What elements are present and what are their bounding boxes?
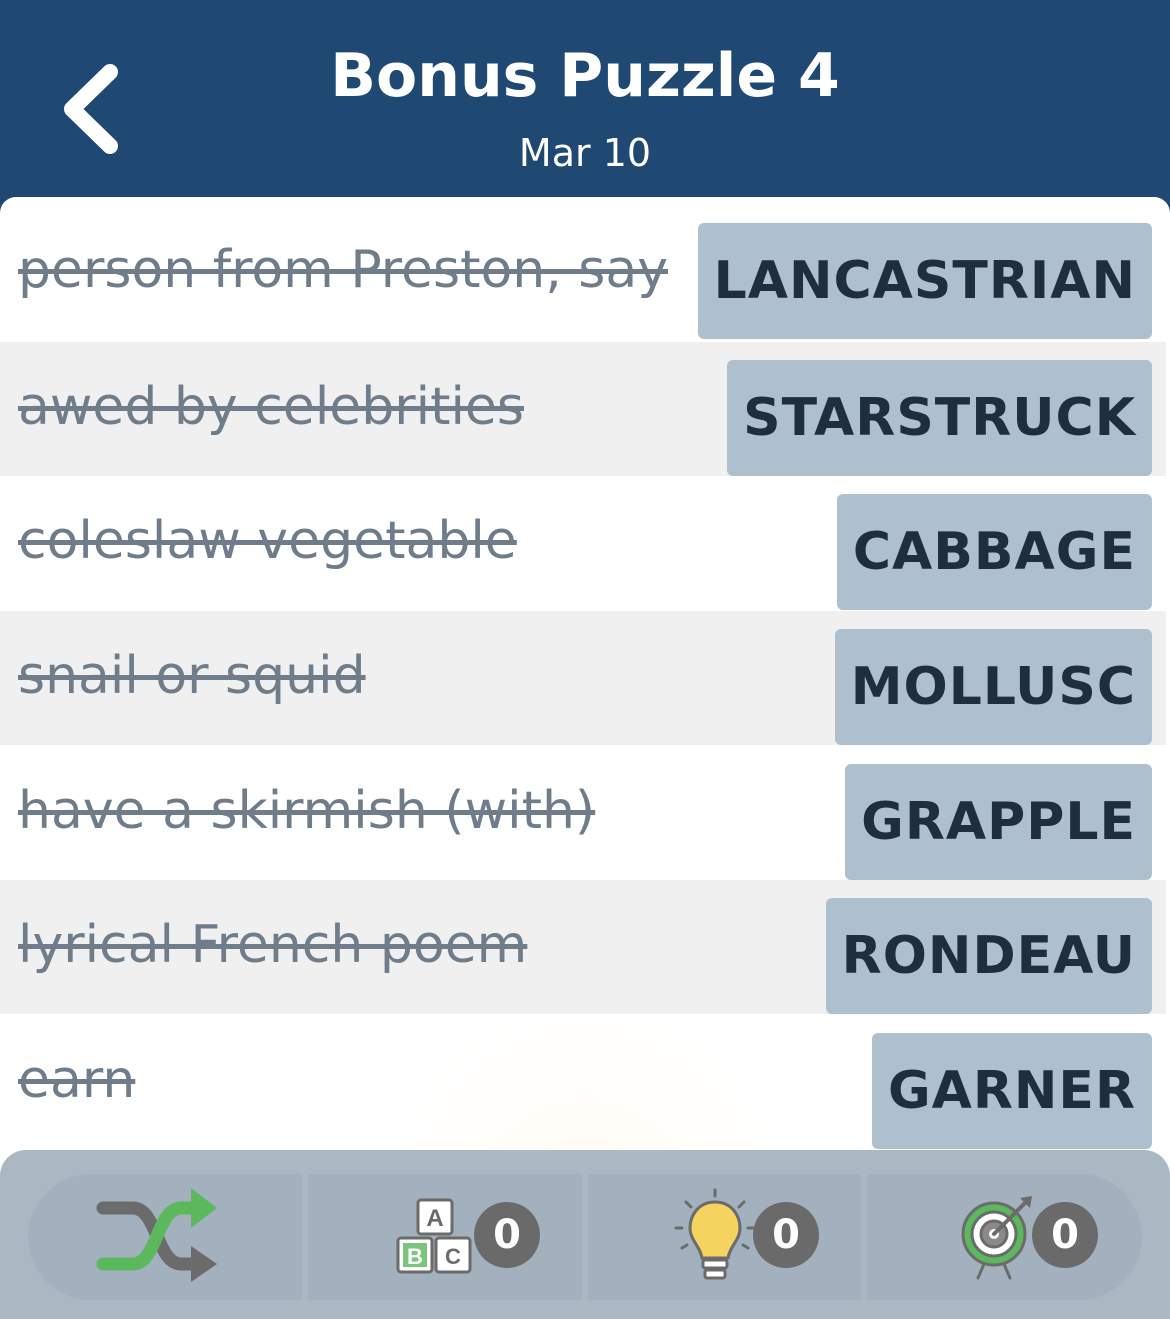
reveal-letter-button[interactable]: A B C 0 — [320, 1174, 575, 1294]
target-count-badge: 0 — [1032, 1202, 1098, 1268]
clue-text: have a skirmish (with) — [18, 781, 596, 841]
block-letter-b: B — [407, 1244, 423, 1269]
answer-tile[interactable]: GRAPPLE — [845, 764, 1152, 880]
block-letter-a: A — [426, 1205, 443, 1232]
clue-text: coleslaw vegetable — [18, 511, 517, 571]
clue-text: snail or squid — [18, 646, 366, 706]
clue-row: lyrical French poem RONDEAU — [0, 880, 1166, 1014]
clue-text: earn — [18, 1050, 136, 1110]
target-icon — [961, 1196, 1032, 1280]
clue-text: lyrical French poem — [18, 915, 528, 975]
answer-tile[interactable]: MOLLUSC — [834, 629, 1152, 745]
clue-text: awed by celebrities — [18, 377, 525, 437]
answer-tile[interactable]: RONDEAU — [825, 898, 1152, 1014]
block-letter-c: C — [445, 1244, 461, 1269]
lightbulb-icon — [674, 1188, 756, 1280]
clue-row: awed by celebrities STARSTRUCK — [0, 342, 1166, 476]
toolbar-divider — [302, 1174, 308, 1300]
clue-text: person from Preston, say — [18, 240, 669, 300]
puzzle-date: Mar 10 — [518, 131, 652, 175]
hint-button[interactable]: 0 — [600, 1174, 855, 1294]
letters-count-badge: 0 — [474, 1202, 540, 1268]
clue-row: person from Preston, say LANCASTRIAN — [0, 205, 1166, 339]
target-button[interactable]: 0 — [880, 1174, 1135, 1294]
answer-tile[interactable]: LANCASTRIAN — [697, 223, 1152, 339]
shuffle-icon — [96, 1188, 217, 1282]
answer-tile[interactable]: GARNER — [871, 1033, 1152, 1149]
clue-row: earn GARNER — [0, 1015, 1166, 1149]
toolbar-divider — [861, 1174, 867, 1300]
answer-tile[interactable]: STARSTRUCK — [727, 360, 1152, 476]
toolbar-divider — [582, 1174, 588, 1300]
hint-count-badge: 0 — [753, 1202, 819, 1268]
answer-tile[interactable]: CABBAGE — [836, 494, 1152, 610]
header-bar: Bonus Puzzle 4 Mar 10 — [0, 0, 1170, 200]
clue-row: coleslaw vegetable CABBAGE — [0, 476, 1166, 610]
page-title: Bonus Puzzle 4 — [330, 41, 840, 111]
clue-row: snail or squid MOLLUSC — [0, 611, 1166, 745]
clue-row: have a skirmish (with) GRAPPLE — [0, 746, 1166, 880]
shuffle-button[interactable] — [40, 1174, 295, 1294]
